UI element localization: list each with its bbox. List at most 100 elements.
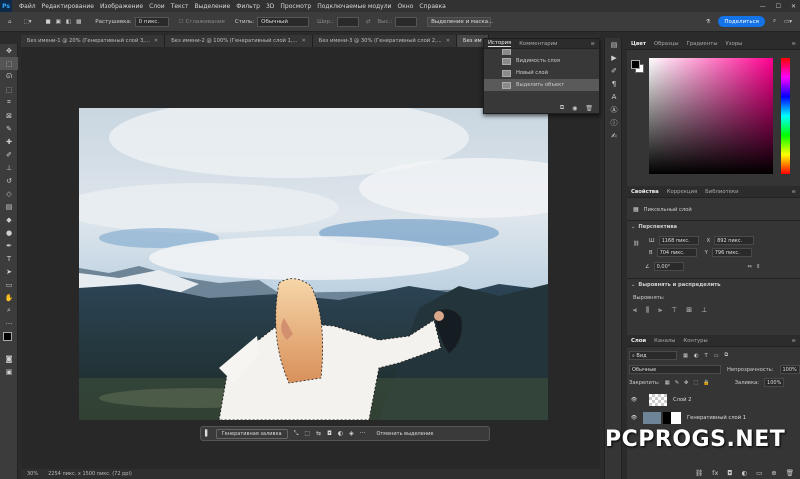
filter-adjust-icon[interactable]: ◐ [694,353,699,359]
move-tool-icon[interactable]: ✥ [0,44,18,57]
flask-icon[interactable]: ⚗ [705,19,710,25]
hue-slider[interactable] [781,58,790,174]
new-layer-icon[interactable]: ⊕ [771,469,776,477]
color-swatches[interactable] [0,330,18,352]
tab-patterns[interactable]: Узоры [726,41,743,47]
snapshot-icon[interactable]: ◉ [572,105,577,112]
menu-plugins[interactable]: Подключаемые модули [314,3,394,10]
hand-tool-icon[interactable]: ✋ [0,291,18,304]
share-button[interactable]: Поделиться [718,16,765,27]
tab-gradients[interactable]: Градиенты [687,41,718,47]
layer-kind-filter[interactable]: ⌕ Вид [629,351,677,360]
tab-layers[interactable]: Слои [631,338,646,344]
mask-icon[interactable]: ◘ [327,430,332,437]
lock-all-icon[interactable]: 🔒 [703,380,709,386]
deselect-button[interactable]: Отменить выделение [371,429,438,439]
zoom-tool-icon[interactable]: ⌕ [0,304,18,317]
new-group-icon[interactable]: ▭ [756,469,762,477]
menu-select[interactable]: Выделение [191,3,233,10]
visibility-eye-icon[interactable]: 👁 [627,397,641,403]
info-panel-icon[interactable]: ⓘ [605,116,623,129]
collapse-chevron-icon[interactable]: ⌄ [631,282,635,288]
intersect-selection-icon[interactable]: ▩ [76,19,81,25]
flip-vertical-icon[interactable]: ⇕ [756,264,760,270]
search-icon[interactable]: ⌕ [773,18,776,25]
swap-icon[interactable]: ⇄ [366,19,371,25]
new-adjustment-icon[interactable]: ◐ [741,469,747,477]
glyphs-panel-icon[interactable]: Ⓐ [605,103,623,116]
tab-comments[interactable]: Комментарии [519,41,557,47]
pen-tool-icon[interactable]: ✒ [0,239,18,252]
new-selection-icon[interactable]: ■ [45,19,50,25]
path-select-icon[interactable]: ➤ [0,265,18,278]
document-tab[interactable]: Без имени-3 @ 30% (Генеративный слой 2,.… [312,35,458,47]
home-icon[interactable]: ⌂ [8,16,12,28]
brushes-panel-icon[interactable]: ✐ [605,64,623,77]
close-tab-icon[interactable]: ✕ [446,38,450,44]
close-tab-icon[interactable]: ✕ [154,38,158,44]
maximize-icon[interactable]: ☐ [776,3,781,10]
panel-menu-icon[interactable]: ≡ [792,41,796,47]
link-dimensions-icon[interactable]: ⛓ [633,240,640,247]
fg-color-swatch[interactable] [631,60,640,69]
screen-mode-icon[interactable]: ▣ [0,365,18,378]
style-select[interactable]: Обычный [257,16,310,27]
menu-view[interactable]: Просмотр [277,3,314,10]
document-tab[interactable]: Без имени-1 @ 20% (Генеративный слой 3,.… [21,35,166,47]
tab-swatches[interactable]: Образцы [654,41,679,47]
history-item-selected[interactable]: Выделить объект [484,79,599,91]
y-field[interactable]: 796 пикс. [711,248,752,257]
tab-adjustments[interactable]: Коррекция [667,189,697,195]
clone-stamp-icon[interactable]: ⊥ [0,161,18,174]
delete-layer-icon[interactable]: 🗑 [786,469,794,477]
close-window-icon[interactable]: ✕ [791,3,796,10]
x-field[interactable]: 892 пикс. [714,236,755,245]
drag-handle-icon[interactable]: ▌ [205,430,210,437]
align-top-icon[interactable]: ⊤ [671,306,677,315]
add-mask-icon[interactable]: ◘ [727,469,732,477]
panel-menu-icon[interactable]: ≡ [591,41,595,47]
feather-input[interactable]: 0 пикс. [134,16,169,27]
blur-tool-icon[interactable]: ◆ [0,213,18,226]
tab-properties[interactable]: Свойства [631,189,659,195]
align-left-icon[interactable]: ⫷ [633,306,637,315]
select-subject-icon[interactable]: ⤡ [294,430,299,438]
history-brush-icon[interactable]: ↺ [0,174,18,187]
minimize-icon[interactable]: — [760,3,766,10]
workspace-icon[interactable]: ▭▾ [784,19,792,25]
type-tool-icon[interactable]: T [0,252,18,265]
filter-smart-icon[interactable]: ⧉ [725,352,729,359]
history-item[interactable]: Видимость слоя [484,55,599,67]
menu-edit[interactable]: Редактирование [39,3,97,10]
paragraph-panel-icon[interactable]: ¶ [605,77,623,90]
align-bottom-icon[interactable]: ⊥ [701,306,707,315]
lasso-tool-icon[interactable]: ᘏ [0,70,18,83]
document-tab[interactable]: Без имени-2 @ 100% (Генеративный слой 1,… [165,35,313,47]
object-select-tool-icon[interactable]: ⬚ [0,83,18,96]
width-field[interactable]: 1168 пикс. [658,236,699,245]
invert-selection-icon[interactable]: ⇆ [316,430,321,437]
new-document-from-state-icon[interactable]: ⧉ [560,104,564,112]
modify-selection-icon[interactable]: ⬚ [304,430,310,437]
color-picker-field[interactable] [649,58,773,174]
height-input[interactable] [395,16,418,27]
foreground-color[interactable] [3,332,12,341]
align-right-icon[interactable]: ⫸ [658,306,662,315]
filter-type-icon[interactable]: T [704,353,707,359]
antialias-checkbox[interactable]: ☐ [179,19,184,25]
crop-tool-icon[interactable]: ⌗ [0,96,18,109]
more-tools-icon[interactable]: ··· [0,317,18,330]
fill-field[interactable]: 100% [764,378,785,387]
panel-menu-icon[interactable]: ≡ [792,338,796,344]
menu-image[interactable]: Изображение [97,3,146,10]
history-panel-icon[interactable]: ▤ [605,38,623,51]
eyedropper-tool-icon[interactable]: ✎ [0,122,18,135]
learn-panel-icon[interactable]: ✍ [605,129,623,142]
generative-fill-button[interactable]: Генеративная заливка [215,428,288,439]
menu-window[interactable]: Окно [394,3,416,10]
zoom-level[interactable]: 30% [27,471,38,477]
lock-artboard-icon[interactable]: ⬚ [693,380,698,386]
filter-pixel-icon[interactable]: ▦ [683,353,688,359]
dodge-tool-icon[interactable]: ● [0,226,18,239]
gradient-tool-icon[interactable]: ▤ [0,200,18,213]
